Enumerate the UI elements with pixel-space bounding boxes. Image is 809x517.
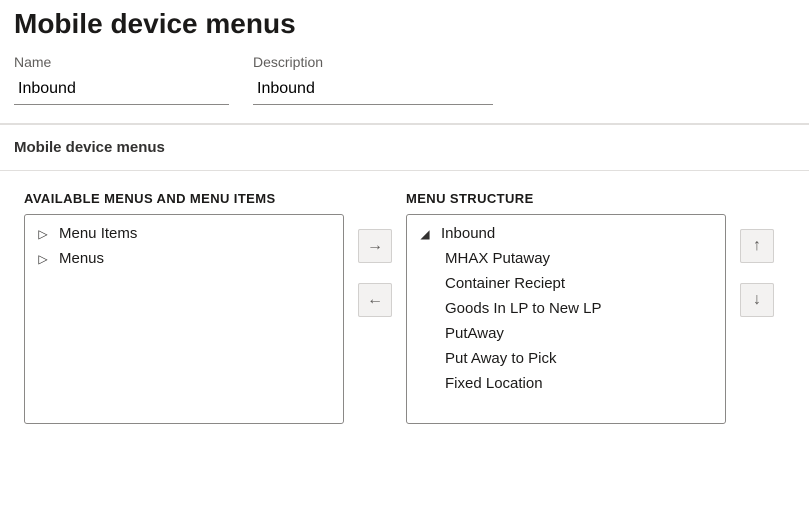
tree-root[interactable]: ◢ Inbound (411, 221, 721, 246)
tree-child[interactable]: Container Reciept (411, 271, 721, 296)
arrow-up-icon: ↑ (753, 237, 761, 255)
available-listbox-inner[interactable]: ▷ Menu Items ▷ Menus (25, 215, 343, 423)
available-header: AVAILABLE MENUS AND MENU ITEMS (24, 191, 344, 206)
fasttab-header[interactable]: Mobile device menus (0, 123, 809, 171)
move-down-button[interactable]: ↓ (740, 283, 774, 317)
dual-list-layout: AVAILABLE MENUS AND MENU ITEMS ▷ Menu Ite… (0, 171, 809, 432)
tree-child[interactable]: Goods In LP to New LP (411, 296, 721, 321)
structure-listbox[interactable]: ◢ Inbound MHAX Putaway Container Reciept Goo… (406, 214, 726, 424)
page-title: Mobile device menus (14, 8, 809, 40)
tree-item[interactable]: ▷ Menu Items (29, 221, 339, 246)
expanded-icon: ◢ (417, 227, 433, 241)
arrow-down-icon: ↓ (753, 291, 761, 309)
arrow-left-icon: ← (367, 291, 383, 309)
collapsed-icon: ▷ (35, 227, 51, 241)
arrow-right-icon: → (367, 237, 383, 255)
description-field-group: Description (253, 54, 493, 105)
structure-header: MENU STRUCTURE (406, 191, 726, 206)
tree-root-label: Inbound (441, 225, 495, 242)
tree-child[interactable]: Put Away to Pick (411, 346, 721, 371)
reorder-buttons: ↑ ↓ (740, 229, 774, 317)
tree-item-label: Menu Items (59, 225, 137, 242)
name-input[interactable] (14, 76, 229, 105)
tree-item[interactable]: ▷ Menus (29, 246, 339, 271)
move-up-button[interactable]: ↑ (740, 229, 774, 263)
tree-child-label: PutAway (445, 325, 504, 342)
tree-child-label: MHAX Putaway (445, 250, 550, 267)
structure-listbox-inner[interactable]: ◢ Inbound MHAX Putaway Container Reciept Goo… (407, 215, 725, 423)
tree-child-label: Goods In LP to New LP (445, 300, 601, 317)
tree-child[interactable]: Fixed Location (411, 371, 721, 396)
description-label: Description (253, 54, 493, 70)
header-fields: Name Description (14, 54, 809, 105)
name-label: Name (14, 54, 229, 70)
tree-child-label: Container Reciept (445, 275, 565, 292)
structure-column: MENU STRUCTURE ◢ Inbound MHAX Putaway Conta… (406, 191, 726, 424)
tree-child-label: Fixed Location (445, 375, 543, 392)
tree-item-label: Menus (59, 250, 104, 267)
name-field-group: Name (14, 54, 229, 105)
tree-child[interactable]: PutAway (411, 321, 721, 346)
description-input[interactable] (253, 76, 493, 105)
move-left-button[interactable]: ← (358, 283, 392, 317)
move-right-button[interactable]: → (358, 229, 392, 263)
mobile-device-menus-form: Mobile device menus Name Description Mob… (0, 8, 809, 432)
available-column: AVAILABLE MENUS AND MENU ITEMS ▷ Menu Ite… (24, 191, 344, 424)
move-buttons: → ← (358, 229, 392, 317)
available-listbox[interactable]: ▷ Menu Items ▷ Menus (24, 214, 344, 424)
collapsed-icon: ▷ (35, 252, 51, 266)
tree-child-label: Put Away to Pick (445, 350, 556, 367)
tree-child[interactable]: MHAX Putaway (411, 246, 721, 271)
